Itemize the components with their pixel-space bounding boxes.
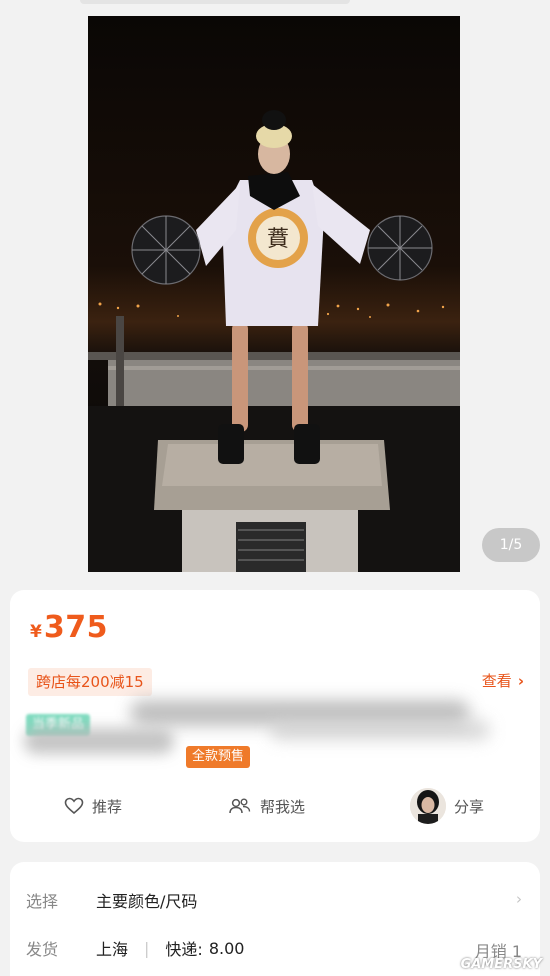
people-icon xyxy=(229,798,251,814)
view-promo-link[interactable]: 查看 › xyxy=(482,670,524,691)
presale-badge: 全款预售 xyxy=(186,746,251,768)
recommend-button[interactable]: 推荐 xyxy=(64,786,122,826)
express-fee: 8.00 xyxy=(208,938,245,958)
price: ¥ 375 xyxy=(30,610,108,645)
watermark-text: GAMERSKY xyxy=(460,957,542,972)
chevron-right-icon: › xyxy=(516,890,522,908)
price-amount: 375 xyxy=(43,610,108,645)
view-label: 查看 xyxy=(481,672,512,690)
recommend-label: 推荐 xyxy=(92,797,123,816)
select-spec-row[interactable]: 选择 主要颜色/尺码 xyxy=(26,888,197,912)
counter-current: 1 xyxy=(499,537,509,553)
counter-total: 5 xyxy=(513,537,523,553)
price-card: ¥ 375 跨店每200减15 查看 › 当季新品 全款预售 推荐 帮我选 分享 xyxy=(10,590,540,842)
image-counter: 1/5 xyxy=(482,528,540,562)
share-label: 分享 xyxy=(454,797,485,816)
action-bar: 推荐 帮我选 分享 xyxy=(10,786,540,826)
chevron-right-icon: › xyxy=(517,671,524,690)
blurred-subtitle xyxy=(24,728,174,754)
shipping-row: 发货 上海 | 快递: 8.00 xyxy=(26,936,244,960)
product-photo[interactable]: 蕡 xyxy=(88,16,460,572)
blurred-title-2 xyxy=(270,720,490,740)
svg-text:蕡: 蕡 xyxy=(267,227,289,252)
help-choose-button[interactable]: 帮我选 xyxy=(228,786,305,826)
promo-badge[interactable]: 跨店每200减15 xyxy=(28,668,152,696)
separator: | xyxy=(144,938,150,958)
watermark: GAMERSKY xyxy=(461,957,542,972)
select-label: 选择 xyxy=(26,892,59,911)
help-choose-label: 帮我选 xyxy=(260,797,306,816)
heart-icon xyxy=(64,797,84,815)
select-value: 主要颜色/尺码 xyxy=(96,892,198,911)
currency-symbol: ¥ xyxy=(30,622,42,642)
share-button[interactable]: 分享 xyxy=(410,786,484,826)
top-edge xyxy=(80,0,350,4)
ship-from: 上海 xyxy=(96,940,129,959)
avatar xyxy=(410,788,446,824)
express-label: 快递: xyxy=(165,940,203,959)
ship-label: 发货 xyxy=(26,940,59,959)
